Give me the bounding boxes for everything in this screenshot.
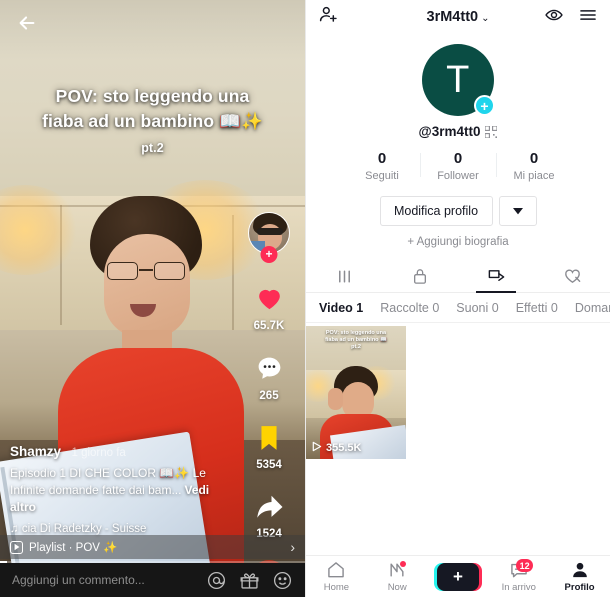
video-feed-panel[interactable]: POV: sto leggendo una fiaba ad un bambin… [0,0,305,597]
playlist-label: Playlist · POV ✨ [29,542,118,554]
overlay-subtext: pt.2 [141,141,164,155]
like-count: 65.7K [253,320,285,332]
play-icon [311,441,322,455]
add-person-icon[interactable] [318,4,339,30]
tab-reposts[interactable] [458,260,534,292]
stat-mi-piace[interactable]: 0 Mi piace [496,150,572,182]
bookmark-button[interactable]: 5354 [241,424,297,471]
video-thumbnail[interactable]: POV: sto leggendo una fiaba ad un bambin… [306,326,406,459]
creator-username[interactable]: Shamzy [10,444,61,459]
face [104,234,190,338]
nav-label: Home [323,582,350,593]
caption-line-1: Episodio 1 DI CHE COLOR 📖✨ Le [10,466,206,480]
caption-header: Shamzy 1 giorno fa [10,443,235,461]
overlay-line-1: POV: sto leggendo una [55,86,250,106]
caption-line-2: Infinite domande fatte dai bam... [10,483,182,497]
overlay-line-2: fiaba ad un bambino 📖✨ [42,111,263,131]
stat-value: 0 [453,150,463,167]
profile-dropdown-button[interactable] [498,196,537,226]
comment-input-bar[interactable]: Aggiungi un commento... [0,563,305,597]
tab-grid[interactable] [306,260,382,292]
stat-value: 0 [529,150,539,167]
nav-label: Profilo [564,582,595,593]
like-button[interactable]: 65.7K [241,282,297,332]
subtab-effetti[interactable]: Effetti 0 [516,301,558,315]
music-note-icon: ♫ [10,523,19,535]
stat-label: Seguiti [365,170,399,182]
chevron-down-icon: ⌄ [481,13,490,24]
video-timestamp: 1 giorno fa [71,447,126,459]
tab-private[interactable] [382,260,458,292]
at-mention-icon[interactable] [206,570,227,591]
profile-tab-icons [306,260,610,293]
profile-handle-row: @3rm4tt0 [306,124,610,139]
stat-value: 0 [377,150,387,167]
bookmark-count: 5354 [256,459,282,471]
stat-seguiti[interactable]: 0 Seguiti [344,150,420,182]
nav-profile[interactable]: Profilo [549,560,610,593]
thumb-cap-1: POV: sto leggendo una [325,330,387,336]
comment-count: 265 [259,390,279,402]
profile-subtabs: Video 1 Raccolte 0 Suoni 0 Effetti 0 Dom… [306,293,610,323]
nav-create[interactable]: + [428,562,489,591]
bottom-navigation: Home Now + 12 In arrivo Profilo [306,555,610,597]
subtab-suoni[interactable]: Suoni 0 [456,301,498,315]
video-overlay-text: POV: sto leggendo una fiaba ad un bambin… [0,84,305,161]
emoji-icon[interactable] [272,570,293,591]
hamburger-menu-icon[interactable] [578,5,598,30]
comment-input[interactable]: Aggiungi un commento... [12,573,194,587]
profile-header: 3rM4tt0 ⌄ [306,0,610,34]
add-bio-button[interactable]: + Aggiungi biografia [306,236,610,248]
share-button[interactable]: 1524 [241,493,297,540]
video-grid: POV: sto leggendo una fiaba ad un bambin… [306,326,610,459]
caption-description: Episodio 1 DI CHE COLOR 📖✨ Le Infinite d… [10,465,235,516]
playlist-bar[interactable]: Playlist · POV ✨ › [0,535,305,559]
nav-inbox[interactable]: 12 In arrivo [488,559,549,593]
avatar-add-badge[interactable]: + [474,95,495,116]
glasses [106,262,186,280]
tab-liked[interactable] [534,260,610,292]
video-caption: Shamzy 1 giorno fa Episodio 1 DI CHE COL… [10,443,235,535]
chevron-right-icon: › [290,539,295,555]
thumb-cap-2: fiaba ad un bambino 📖 [325,337,387,343]
gift-icon[interactable] [239,570,260,591]
nav-dot-badge [399,561,406,567]
stat-follower[interactable]: 0 Follower [420,150,496,182]
music-row[interactable]: ♫ cia Di Radetzky - Suisse [10,523,235,535]
eye-icon[interactable] [544,5,564,30]
profile-title-text: 3rM4tt0 [426,9,479,25]
thumb-cap-3: pt.2 [351,344,361,350]
comment-button[interactable]: 265 [241,354,297,402]
avatar-wrapper[interactable]: T + [422,44,495,116]
subtab-raccolte[interactable]: Raccolte 0 [380,301,439,315]
subtab-domande[interactable]: Domande 0 [575,301,610,315]
stat-label: Mi piace [513,170,555,182]
stat-label: Follower [437,170,479,182]
create-button[interactable]: + [433,562,482,591]
nav-label: Now [387,582,407,593]
thumbnail-caption: POV: sto leggendo una fiaba ad un bambin… [306,330,406,351]
profile-handle[interactable]: @3rm4tt0 [419,124,481,139]
back-button[interactable] [12,8,42,38]
qr-code-icon[interactable] [484,124,499,139]
view-count: 355.5K [326,442,362,454]
subtab-video[interactable]: Video 1 [319,301,363,315]
wall-shadow [0,0,305,60]
profile-panel: 3rM4tt0 ⌄ T + @3rm4tt0 0 Seguiti 0 Follo… [305,0,610,597]
music-title: cia Di Radetzky - Suisse [21,523,147,535]
nav-home[interactable]: Home [306,560,367,593]
nav-now[interactable]: Now [367,560,428,593]
edit-profile-button[interactable]: Modifica profilo [379,196,493,226]
nav-label: In arrivo [501,582,536,593]
profile-stats: 0 Seguiti 0 Follower 0 Mi piace [306,150,610,182]
thumbnail-views: 355.5K [311,441,361,455]
inbox-badge: 12 [516,559,534,572]
playlist-icon [10,540,23,554]
follow-button[interactable]: + [260,246,278,263]
profile-actions: Modifica profilo [306,196,610,226]
